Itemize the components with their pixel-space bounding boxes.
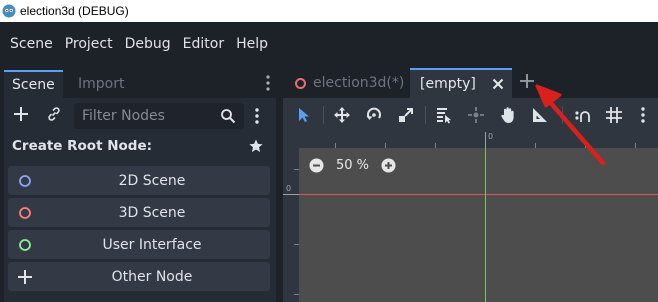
window-title: election3d (DEBUG) [20,4,129,18]
grid-snap-icon[interactable] [605,106,623,124]
3d-scene-label: 3D Scene [118,204,186,221]
move-mode-icon[interactable] [333,106,351,124]
scene-dock: Scene Import Create Root Node: [4,66,276,302]
favorites-star-icon[interactable] [248,138,264,154]
menu-editor[interactable]: Editor [177,30,230,58]
main-menu-bar: Scene Project Debug Editor Help [0,22,658,66]
list-select-icon[interactable] [435,106,453,124]
other-node-label: Other Node [111,268,193,285]
scene-options-icon[interactable] [253,107,261,125]
dock-options-icon[interactable] [264,74,272,92]
control-icon [19,239,31,251]
new-scene-tab-icon[interactable] [519,73,535,89]
other-node-button[interactable]: Other Node [8,262,270,291]
tab-election3d-label: election3d(*) [313,75,405,91]
menu-project[interactable]: Project [59,30,119,58]
instantiate-scene-icon[interactable] [46,106,62,122]
tab-import[interactable]: Import [70,70,132,98]
ruler-corner [283,132,299,148]
select-mode-icon[interactable] [295,106,313,124]
zoom-out-icon[interactable] [309,158,324,173]
ruler-ticks [335,132,636,148]
tab-empty[interactable]: [empty] [410,68,512,98]
tab-empty-label: [empty] [420,76,476,92]
user-interface-button[interactable]: User Interface [8,230,270,259]
pan-mode-icon[interactable] [499,106,517,124]
pivot-mode-icon[interactable] [467,106,485,124]
2d-scene-button[interactable]: 2D Scene [8,166,270,195]
add-child-node-icon[interactable] [12,105,30,123]
canvas-toolbar [283,98,658,132]
node2d-icon [19,175,31,187]
scene-tab-bar: election3d(*) [empty] [283,66,658,98]
godot-icon [2,4,16,18]
tab-election3d[interactable]: election3d(*) [283,68,410,98]
zoom-in-icon[interactable] [381,158,396,173]
menu-help[interactable]: Help [230,30,274,58]
x-axis-line [299,194,658,195]
add-icon [18,270,32,284]
close-tab-icon[interactable] [492,78,504,90]
vertical-ruler[interactable]: 0 [283,132,299,302]
filter-nodes-field[interactable] [74,103,244,129]
node3d-icon [19,207,31,219]
menu-scene[interactable]: Scene [4,30,59,58]
menu-debug[interactable]: Debug [119,30,177,58]
user-interface-label: User Interface [102,236,202,253]
canvas-viewport[interactable]: 0 0 50 % [283,132,658,302]
toolbar-separator [323,106,324,124]
ruler-left-origin-label: 0 [286,184,292,193]
toolbar-separator [562,106,563,124]
snap-options-icon[interactable] [639,106,647,124]
y-axis-line [485,132,486,302]
node3d-icon [295,77,306,89]
tab-scene[interactable]: Scene [4,70,63,98]
filter-nodes-input[interactable] [82,108,217,124]
ruler-ticks [283,169,299,295]
rotate-mode-icon[interactable] [365,106,383,124]
horizontal-ruler[interactable]: 0 [283,132,658,148]
create-root-node-label: Create Root Node: [12,138,153,154]
scale-mode-icon[interactable] [397,106,415,124]
ruler-mode-icon[interactable] [531,106,549,124]
zoom-reset-button[interactable]: 50 % [336,158,369,173]
3d-scene-button[interactable]: 3D Scene [8,198,270,227]
search-icon [221,109,236,124]
ruler-top-origin-label: 0 [488,132,494,141]
window-title-bar: election3d (DEBUG) [0,0,658,22]
dock-tab-bar: Scene Import [4,66,276,98]
scene-toolbar [4,100,276,132]
zoom-controls: 50 % [309,156,396,174]
2d-scene-label: 2D Scene [118,172,186,189]
toolbar-separator [425,106,426,124]
smart-snap-icon[interactable] [573,106,591,124]
